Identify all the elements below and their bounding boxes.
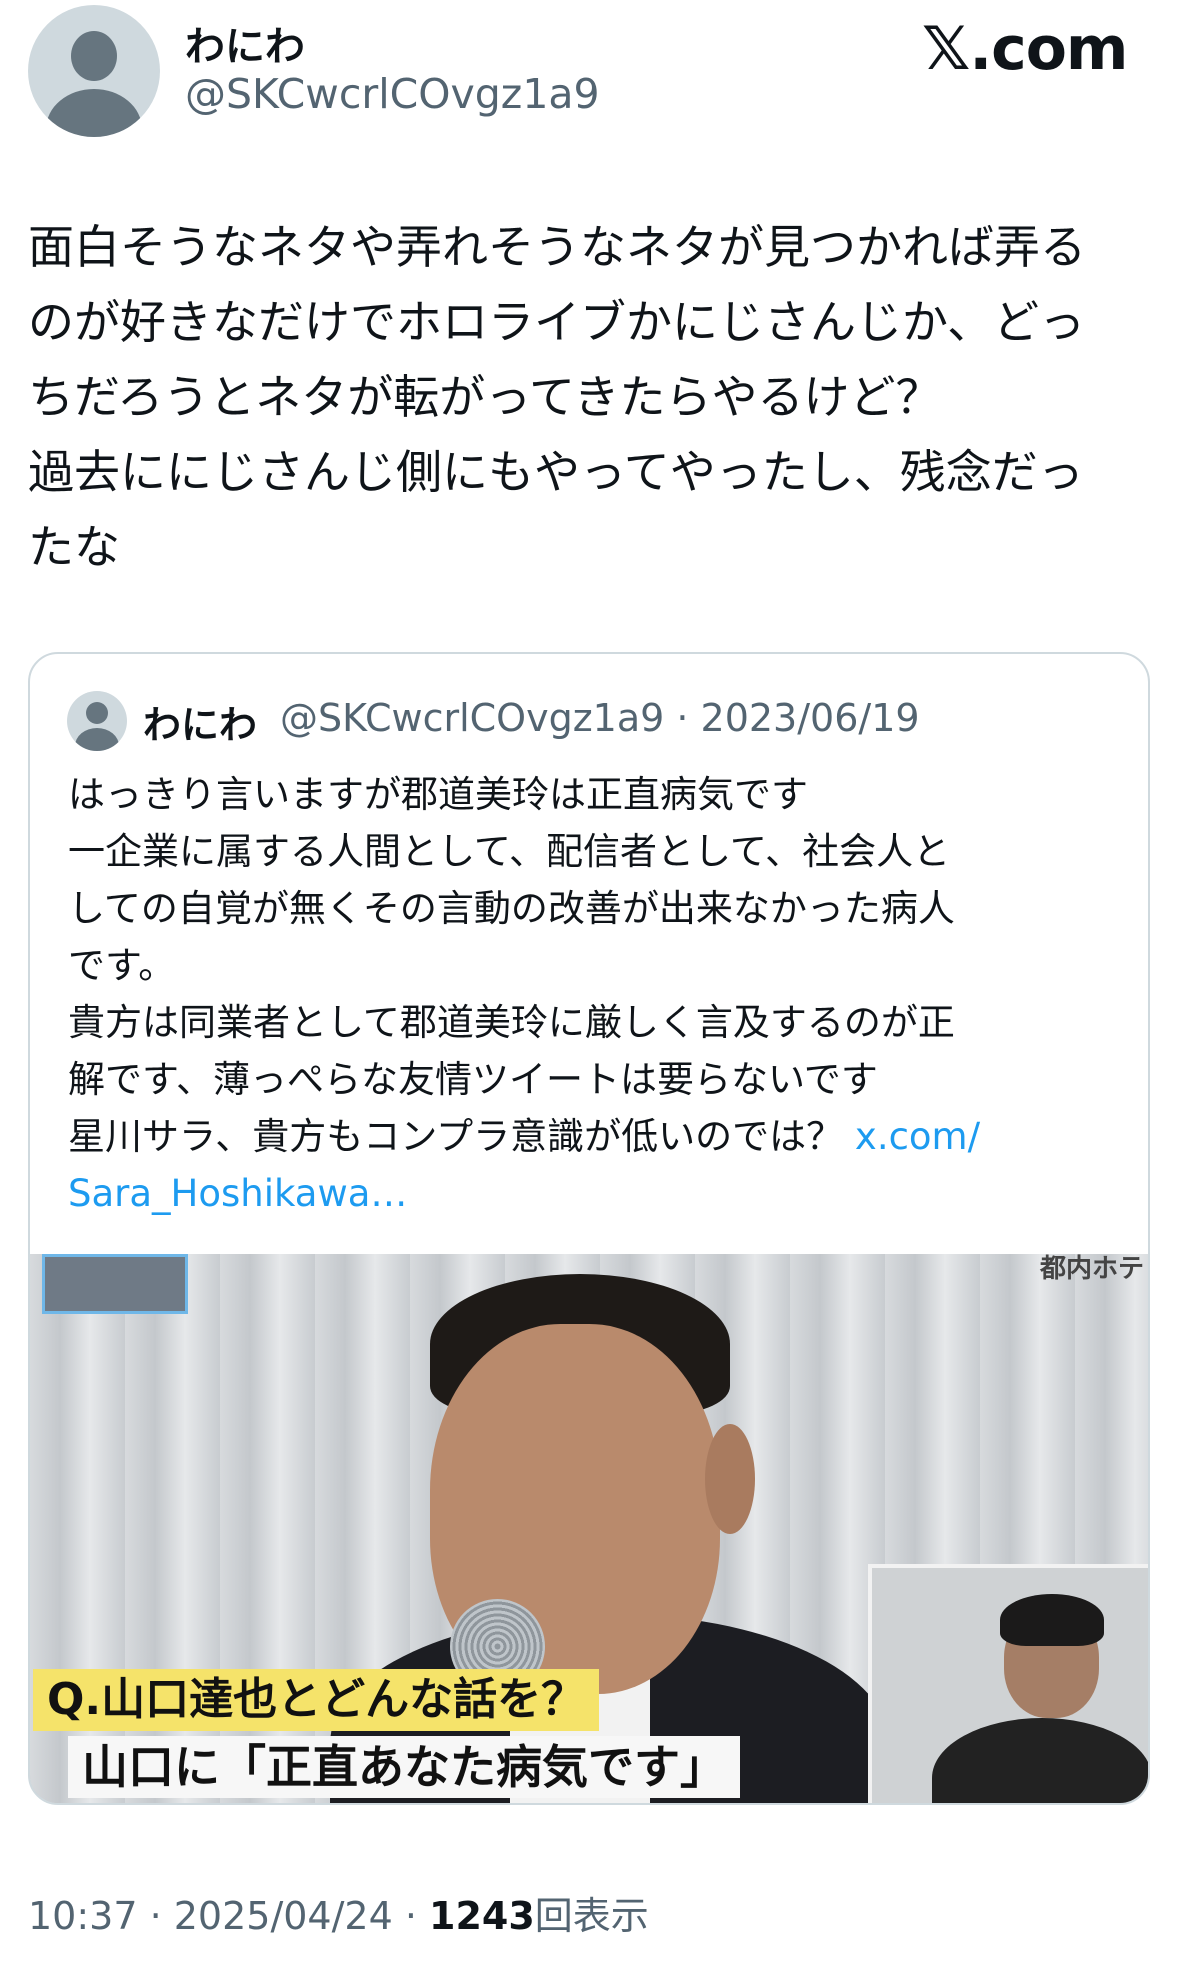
quoted-author-avatar bbox=[67, 691, 127, 751]
caption-quote: 山口に「正直あなた病気です」 bbox=[68, 1736, 740, 1798]
author-display-name[interactable]: わにわ bbox=[185, 14, 305, 72]
view-count: 1243 bbox=[429, 1894, 535, 1938]
post-text: 面白そうなネタや弄れそうなネタが見つかれば弄る のが好きなだけでホロライブかにじ… bbox=[28, 220, 1086, 574]
quoted-media-image[interactable]: 都内ホテ Q.山口達也とどんな話を？ 山口に「正直あなた病気です」 bbox=[30, 1254, 1148, 1803]
quoted-handle-date: @SKCwcrlCOvgz1a9 · 2023/06/19 bbox=[280, 696, 920, 740]
view-label: 回表示 bbox=[534, 1894, 649, 1938]
default-avatar-body bbox=[75, 728, 119, 751]
author-avatar[interactable] bbox=[28, 5, 160, 137]
quoted-text: はっきり言いますが郡道美玲は正直病気です 一企業に属する人間として、配信者として… bbox=[68, 766, 1128, 1222]
author-handle[interactable]: @SKCwcrlCOvgz1a9 bbox=[185, 70, 600, 118]
post-timestamp[interactable]: 10:37 · 2025/04/24 · bbox=[28, 1894, 429, 1938]
inset-photo bbox=[868, 1564, 1148, 1803]
inset-person-suit bbox=[932, 1718, 1148, 1803]
quoted-post-card[interactable]: わにわ @SKCwcrlCOvgz1a9 · 2023/06/19 はっきり言い… bbox=[28, 652, 1150, 1805]
broadcast-corner-text: 都内ホテ bbox=[1039, 1254, 1144, 1284]
inset-person-hair bbox=[1000, 1594, 1104, 1646]
quoted-author-name: わにわ bbox=[143, 703, 258, 747]
caption-question: Q.山口達也とどんな話を？ bbox=[33, 1669, 600, 1731]
default-avatar-body bbox=[46, 89, 142, 137]
x-logo: 𝕏.com bbox=[922, 14, 1128, 84]
quoted-text-body: はっきり言いますが郡道美玲は正直病気です 一企業に属する人間として、配信者として… bbox=[68, 773, 955, 1158]
inset-thumbnail bbox=[42, 1254, 188, 1314]
man-ear bbox=[705, 1424, 755, 1534]
post-footer: 10:37 · 2025/04/24 · 1243回表示 bbox=[28, 1885, 649, 1940]
default-avatar-head bbox=[71, 31, 117, 81]
default-avatar-head bbox=[86, 702, 108, 724]
